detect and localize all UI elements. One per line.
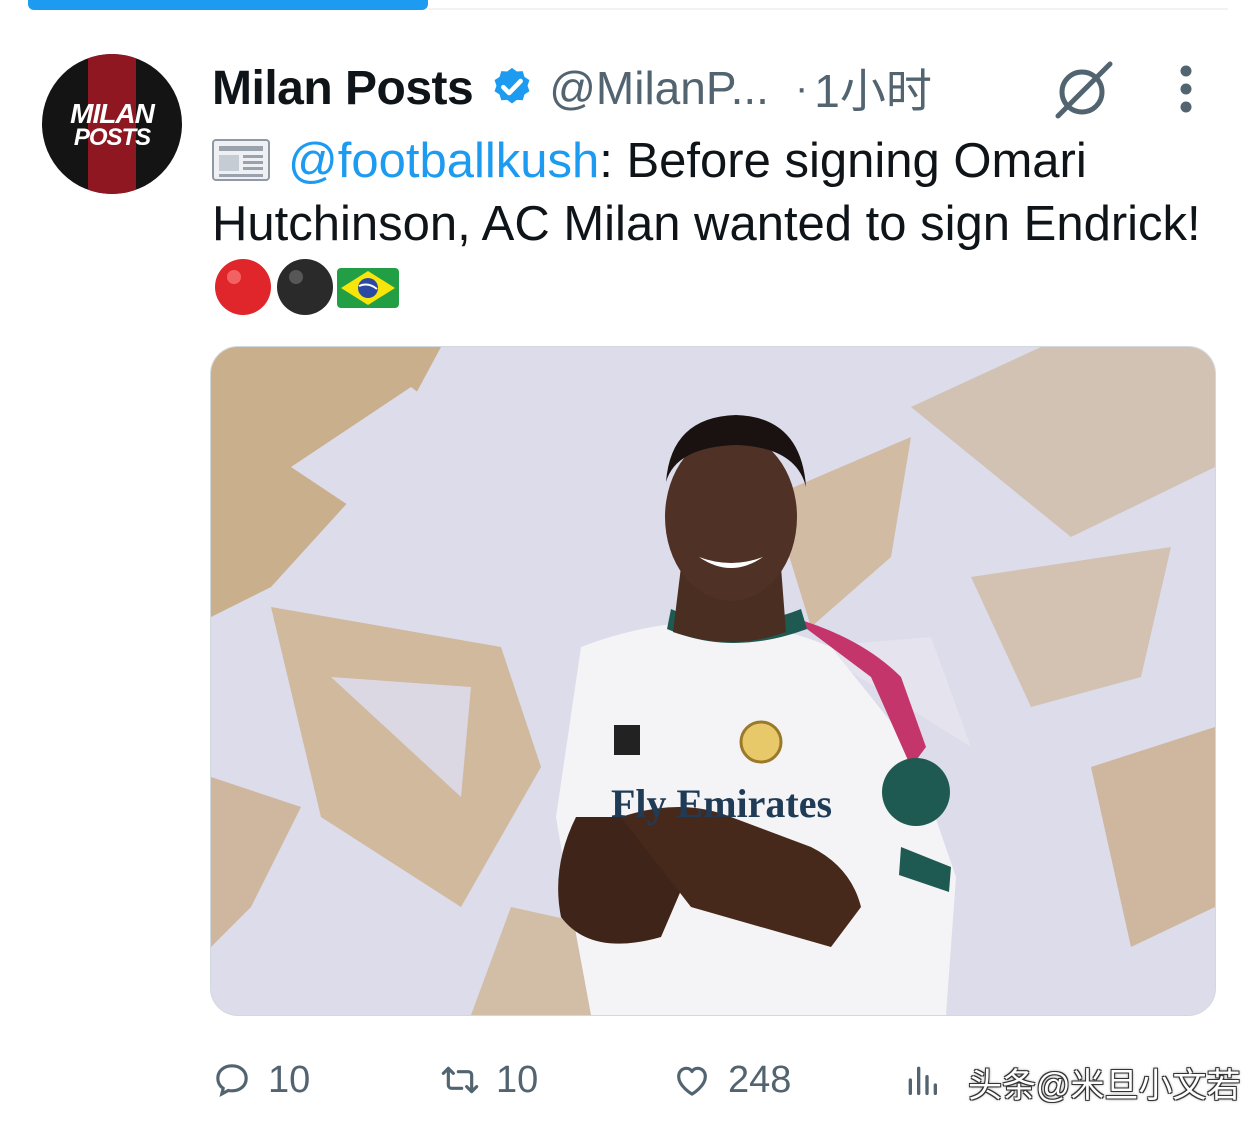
brazil-flag-icon (337, 268, 399, 308)
like-count: 248 (728, 1058, 792, 1101)
more-icon[interactable] (1162, 62, 1210, 116)
verified-badge-icon (494, 67, 530, 104)
jersey-sponsor-text: Fly Emirates (611, 781, 832, 826)
mention-link[interactable]: @footballkush (288, 134, 599, 188)
top-divider (428, 8, 1228, 10)
header-separator: · (794, 65, 809, 110)
red-circle-icon (215, 259, 271, 315)
player-photo: Fly Emirates (211, 347, 1215, 1015)
top-progress-bar (28, 0, 428, 10)
reply-icon (216, 1064, 248, 1098)
like-icon (677, 1066, 707, 1096)
views-button[interactable] (902, 1050, 958, 1110)
watermark-text: 头条@米旦小文若 (968, 1067, 1241, 1105)
newspaper-icon (212, 139, 270, 181)
reply-count: 10 (268, 1058, 311, 1101)
tweet-text: @footballkush: Before signing Omari Hutc… (212, 130, 1212, 326)
views-icon (908, 1066, 937, 1095)
like-button[interactable]: 248 (672, 1050, 791, 1110)
tweet-media-image[interactable]: Fly Emirates (210, 346, 1216, 1016)
repost-button[interactable]: 10 (440, 1050, 538, 1110)
author-display-name[interactable]: Milan Posts (212, 61, 474, 116)
avatar[interactable]: MILAN POSTS (42, 54, 182, 194)
avatar-logo-line2: POSTS (73, 124, 151, 151)
tweet-timestamp[interactable]: 1小时 (814, 55, 932, 121)
black-circle-icon (277, 259, 333, 315)
author-handle[interactable]: @MilanP... (549, 61, 769, 115)
repost-icon (441, 1066, 479, 1094)
repost-count: 10 (496, 1058, 539, 1101)
grok-icon[interactable] (1052, 58, 1116, 122)
reply-button[interactable]: 10 (212, 1050, 310, 1110)
